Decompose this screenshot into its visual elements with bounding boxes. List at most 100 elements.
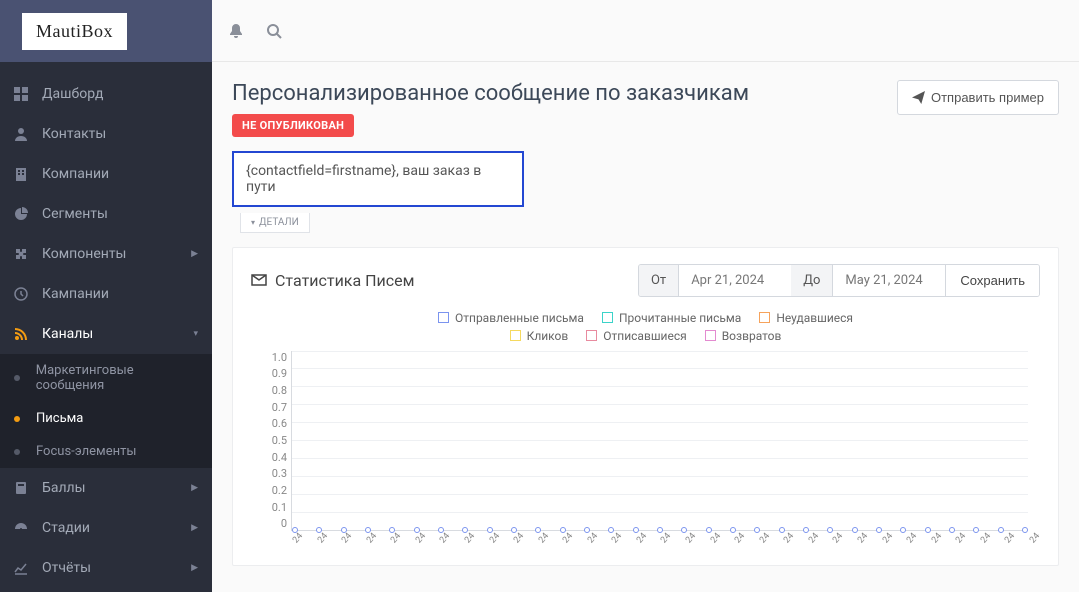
sidebar: MautiBox Дашборд Контакты Компании: [0, 0, 212, 592]
data-point: [754, 527, 760, 533]
data-point: [949, 527, 955, 533]
legend-item[interactable]: Возвратов: [705, 329, 782, 343]
date-to-input[interactable]: [833, 265, 945, 296]
sidebar-item-points[interactable]: Баллы ▶: [0, 468, 212, 508]
details-label: ДЕТАЛИ: [259, 217, 299, 228]
page-head: Персонализированное сообщение по заказчи…: [232, 80, 1059, 137]
date-save-button[interactable]: Сохранить: [945, 265, 1039, 296]
legend-item[interactable]: Отправленные письма: [438, 311, 584, 325]
legend-swatch: [510, 330, 521, 341]
legend-label: Отписавшиеся: [603, 329, 686, 343]
legend-label: Неудавшиеся: [776, 311, 853, 325]
sidebar-item-label: Стадии: [42, 520, 90, 536]
legend-item[interactable]: Отписавшиеся: [586, 329, 686, 343]
paper-plane-icon: [912, 91, 925, 104]
date-from-input[interactable]: [679, 265, 791, 296]
data-point: [608, 527, 614, 533]
chevron-right-icon: ▶: [191, 483, 198, 493]
gauge-icon: [14, 521, 32, 535]
sidebar-channels-submenu: Маркетинговые сообщения Письма Focus-эле…: [0, 354, 212, 468]
data-point: [876, 527, 882, 533]
logo[interactable]: MautiBox: [22, 13, 127, 50]
chevron-down-icon: ▾: [193, 329, 198, 339]
x-tick: 24: [537, 539, 545, 545]
y-tick: 0: [251, 517, 287, 530]
details-toggle[interactable]: ▾ ДЕТАЛИ: [240, 213, 310, 233]
sidebar-item-label: Баллы: [42, 480, 86, 496]
chart-area: 1.00.90.80.70.60.50.40.30.20.10 24242424…: [251, 351, 1040, 549]
sidebar-item-label: Компоненты: [42, 246, 126, 262]
sidebar-item-campaigns[interactable]: Кампании: [0, 274, 212, 314]
data-point: [487, 527, 493, 533]
chart-x-axis: 2424242424242424242424242424242424242424…: [291, 539, 1028, 549]
legend-swatch: [586, 330, 597, 341]
x-tick: 24: [488, 539, 496, 545]
sidebar-item-companies[interactable]: Компании: [0, 154, 212, 194]
y-tick: 0.7: [251, 401, 287, 414]
x-tick: 24: [979, 539, 987, 545]
x-tick: 24: [733, 539, 741, 545]
content: Персонализированное сообщение по заказчи…: [212, 62, 1079, 592]
sidebar-item-components[interactable]: Компоненты ▶: [0, 234, 212, 274]
x-tick: 24: [512, 539, 520, 545]
sidebar-item-reports[interactable]: Отчёты ▶: [0, 548, 212, 588]
sidebar-subitem-emails[interactable]: Письма: [0, 402, 212, 435]
y-tick: 0.1: [251, 501, 287, 514]
puzzle-icon: [14, 247, 32, 261]
sidebar-item-label: Контакты: [42, 126, 106, 142]
sidebar-item-label: Отчёты: [42, 560, 91, 576]
y-tick: 0.9: [251, 367, 287, 380]
data-point: [900, 527, 906, 533]
sidebar-item-dashboard[interactable]: Дашборд: [0, 74, 212, 114]
x-tick: 24: [635, 539, 643, 545]
data-point: [657, 527, 663, 533]
grid-icon: [14, 87, 32, 101]
y-tick: 0.6: [251, 417, 287, 430]
email-subject-box[interactable]: {contactfield=firstname}, ваш заказ в пу…: [232, 151, 524, 207]
sidebar-item-channels[interactable]: Каналы ▾: [0, 314, 212, 354]
user-icon: [14, 127, 32, 141]
data-point: [584, 527, 590, 533]
x-tick: 24: [561, 539, 569, 545]
x-tick: 24: [463, 539, 471, 545]
x-tick: 24: [1028, 539, 1036, 545]
sidebar-subitem-marketing-messages[interactable]: Маркетинговые сообщения: [0, 354, 212, 402]
stats-card-head: Статистика Писем От До Сохранить: [251, 264, 1040, 297]
data-point: [779, 527, 785, 533]
sidebar-item-stages[interactable]: Стадии ▶: [0, 508, 212, 548]
send-example-button[interactable]: Отправить пример: [897, 80, 1059, 115]
data-point: [633, 527, 639, 533]
data-point: [730, 527, 736, 533]
x-tick: 24: [365, 539, 373, 545]
x-tick: 24: [291, 539, 299, 545]
chart-line-icon: [14, 561, 32, 575]
chart-legend: Отправленные письма Прочитанные письма Неу…: [436, 311, 856, 343]
y-tick: 0.4: [251, 451, 287, 464]
x-tick: 24: [438, 539, 446, 545]
chart-zero-line: [292, 524, 1028, 530]
legend-item[interactable]: Неудавшиеся: [759, 311, 853, 325]
data-point: [803, 527, 809, 533]
stats-title-text: Статистика Писем: [275, 271, 415, 290]
calculator-icon: [14, 481, 32, 495]
sidebar-subitem-focus[interactable]: Focus-элементы: [0, 435, 212, 468]
sidebar-item-contacts[interactable]: Контакты: [0, 114, 212, 154]
data-point: [511, 527, 517, 533]
status-badge: НЕ ОПУБЛИКОВАН: [232, 114, 354, 137]
data-point: [1022, 527, 1028, 533]
search-icon[interactable]: [266, 23, 282, 39]
bell-icon[interactable]: [228, 23, 244, 39]
date-from-label: От: [639, 265, 679, 296]
sidebar-item-label: Сегменты: [42, 206, 108, 222]
sidebar-item-label: Кампании: [42, 286, 109, 302]
legend-item[interactable]: Кликов: [510, 329, 569, 343]
sidebar-item-segments[interactable]: Сегменты: [0, 194, 212, 234]
sidebar-subitem-label: Письма: [36, 411, 83, 426]
sidebar-item-label: Дашборд: [42, 86, 103, 102]
legend-item[interactable]: Прочитанные письма: [602, 311, 741, 325]
sidebar-subitem-label: Маркетинговые сообщения: [36, 363, 198, 393]
y-tick: 0.8: [251, 384, 287, 397]
legend-label: Отправленные письма: [455, 311, 584, 325]
chevron-right-icon: ▶: [191, 249, 198, 259]
y-tick: 1.0: [251, 351, 287, 364]
